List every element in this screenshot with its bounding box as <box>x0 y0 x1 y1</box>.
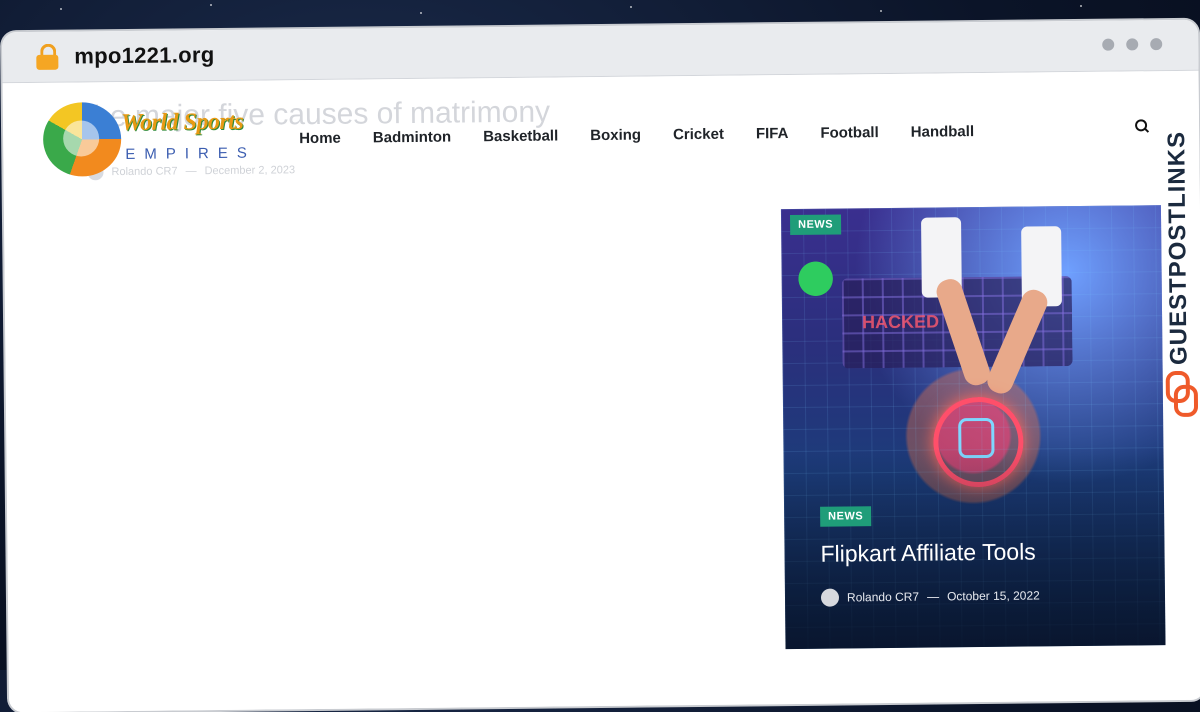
window-dot-icon[interactable] <box>1126 38 1139 51</box>
browser-window: mpo1221.org The major five causes of mat… <box>2 19 1200 712</box>
featured-post-date: October 15, 2022 <box>946 588 1040 604</box>
meta-separator: — <box>926 589 940 604</box>
nav-item-basketball[interactable]: Basketball <box>483 127 558 145</box>
featured-post-meta: Rolando CR7 — October 15, 2022 <box>820 586 1040 607</box>
category-badge-top[interactable]: NEWS <box>789 214 842 236</box>
nav-item-football[interactable]: Football <box>820 124 879 142</box>
nav-item-badminton[interactable]: Badminton <box>373 129 452 147</box>
nav-item-home[interactable]: Home <box>299 130 341 147</box>
url-text[interactable]: mpo1221.org <box>74 42 214 69</box>
avatar <box>820 588 840 607</box>
featured-post-title[interactable]: Flipkart Affiliate Tools <box>820 538 1035 567</box>
window-controls <box>1102 38 1163 51</box>
nav-item-fifa[interactable]: FIFA <box>756 125 789 142</box>
category-badge[interactable]: NEWS <box>820 506 872 527</box>
logo-title: World Sports <box>120 108 244 137</box>
site-logo[interactable]: World Sports EMPIRES <box>42 100 274 182</box>
watermark-text: GUESTPOSTLINKS <box>1163 130 1193 366</box>
lock-icon <box>36 43 59 70</box>
window-dot-icon[interactable] <box>1150 38 1163 51</box>
hero-hacked-text: HACKED <box>862 311 940 333</box>
globe-logo-icon <box>42 102 122 177</box>
search-icon[interactable] <box>1135 119 1150 133</box>
window-dot-icon[interactable] <box>1102 38 1115 51</box>
plant-icon <box>785 248 846 310</box>
nav-item-boxing[interactable]: Boxing <box>590 127 641 145</box>
featured-post-card[interactable]: HACKED NEWS Flipkart Affiliate Tools Rol… <box>780 205 1166 650</box>
nav-item-handball[interactable]: Handball <box>911 123 975 141</box>
chain-link-icon <box>1165 370 1199 418</box>
page-content: The major five causes of matrimony Rolan… <box>2 70 1200 712</box>
logo-subtitle: EMPIRES <box>125 144 256 163</box>
guestpostlinks-watermark: GUESTPOSTLINKS <box>1155 131 1200 431</box>
featured-post-author[interactable]: Rolando CR7 <box>847 590 919 605</box>
nav-item-cricket[interactable]: Cricket <box>673 126 724 144</box>
